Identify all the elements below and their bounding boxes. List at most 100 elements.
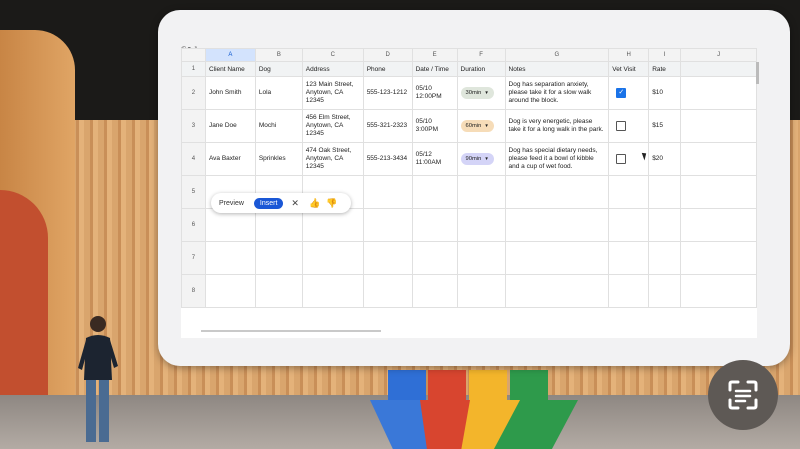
- vet-visit-cell[interactable]: ✓: [608, 76, 650, 110]
- duration-cell[interactable]: 30min ▼: [456, 76, 506, 110]
- column-header-g[interactable]: G: [504, 48, 610, 62]
- empty-cell[interactable]: [204, 241, 256, 275]
- address-cell[interactable]: 456 Elm Street, Anytown, CA 12345: [301, 109, 364, 143]
- column-header-e[interactable]: E: [411, 48, 458, 62]
- column-header-a[interactable]: A: [204, 48, 256, 62]
- header-notes[interactable]: Notes: [504, 61, 610, 77]
- header-duration[interactable]: Duration: [456, 61, 506, 77]
- dog-cell[interactable]: Lola: [254, 76, 303, 110]
- checkbox-icon[interactable]: ✓: [616, 88, 627, 98]
- empty-cell[interactable]: [456, 274, 506, 308]
- dog-cell[interactable]: Mochi: [254, 109, 303, 143]
- empty-cell[interactable]: [608, 241, 650, 275]
- empty-cell[interactable]: [362, 175, 413, 209]
- empty-cell[interactable]: [680, 76, 757, 110]
- empty-cell[interactable]: [411, 175, 458, 209]
- row-number[interactable]: 1: [181, 61, 206, 77]
- vet-visit-cell[interactable]: [608, 109, 650, 143]
- rate-cell[interactable]: $20: [648, 142, 682, 176]
- empty-cell[interactable]: [504, 274, 610, 308]
- empty-cell[interactable]: [456, 208, 506, 242]
- empty-cell[interactable]: [680, 61, 757, 77]
- header-rate[interactable]: Rate: [648, 61, 682, 77]
- column-header-h[interactable]: H: [608, 48, 650, 62]
- row-number[interactable]: 2: [181, 76, 206, 110]
- empty-cell[interactable]: [608, 175, 650, 209]
- rate-cell[interactable]: $15: [648, 109, 682, 143]
- date-time-cell[interactable]: 05/10 12:00PM: [411, 76, 458, 110]
- header-dog[interactable]: Dog: [254, 61, 303, 77]
- duration-cell[interactable]: 90min ▼: [456, 142, 506, 176]
- empty-cell[interactable]: [608, 274, 650, 308]
- empty-cell[interactable]: [301, 241, 364, 275]
- duration-chip[interactable]: 90min ▼: [460, 153, 494, 165]
- empty-cell[interactable]: [254, 274, 303, 308]
- google-lens-icon[interactable]: [708, 360, 778, 430]
- empty-cell[interactable]: [204, 274, 256, 308]
- phone-cell[interactable]: 555-123-1212: [362, 76, 413, 110]
- empty-cell[interactable]: [411, 241, 458, 275]
- close-icon[interactable]: ✕: [291, 198, 299, 209]
- header-vet-visit[interactable]: Vet Visit: [608, 61, 650, 77]
- client-name-cell[interactable]: Jane Doe: [204, 109, 256, 143]
- client-name-cell[interactable]: Ava Baxter: [204, 142, 256, 176]
- row-number[interactable]: 3: [181, 109, 206, 143]
- notes-cell[interactable]: Dog has special dietary needs, please fe…: [504, 142, 610, 176]
- date-time-cell[interactable]: 05/12 11:00AM: [411, 142, 458, 176]
- empty-cell[interactable]: [301, 274, 364, 308]
- empty-cell[interactable]: [680, 109, 757, 143]
- column-header-b[interactable]: B: [254, 48, 303, 62]
- empty-cell[interactable]: [648, 241, 682, 275]
- column-header-i[interactable]: I: [648, 48, 682, 62]
- empty-cell[interactable]: [648, 274, 682, 308]
- header-date-time[interactable]: Date / Time: [411, 61, 458, 77]
- row-number[interactable]: 4: [181, 142, 206, 176]
- empty-cell[interactable]: [504, 175, 610, 209]
- notes-cell[interactable]: Dog has separation anxiety, please take …: [504, 76, 610, 110]
- column-header-d[interactable]: D: [362, 48, 413, 62]
- empty-cell[interactable]: [648, 208, 682, 242]
- empty-cell[interactable]: [504, 241, 610, 275]
- duration-chip[interactable]: 60min ▼: [460, 120, 494, 132]
- empty-cell[interactable]: [608, 208, 650, 242]
- empty-cell[interactable]: [362, 208, 413, 242]
- empty-cell[interactable]: [680, 175, 757, 209]
- empty-cell[interactable]: [411, 208, 458, 242]
- column-header-j[interactable]: J: [680, 48, 757, 62]
- horizontal-scrollbar[interactable]: [201, 330, 381, 332]
- header-address[interactable]: Address: [301, 61, 364, 77]
- empty-cell[interactable]: [648, 175, 682, 209]
- empty-cell[interactable]: [254, 208, 303, 242]
- notes-cell[interactable]: Dog is very energetic, please take it fo…: [504, 109, 610, 143]
- vertical-scrollbar[interactable]: [756, 62, 759, 84]
- empty-cell[interactable]: [411, 274, 458, 308]
- row-number[interactable]: 5: [181, 175, 206, 209]
- header-phone[interactable]: Phone: [362, 61, 413, 77]
- duration-chip[interactable]: 30min ▼: [460, 87, 494, 99]
- row-number[interactable]: 7: [181, 241, 206, 275]
- phone-cell[interactable]: 555-213-3434: [362, 142, 413, 176]
- date-time-cell[interactable]: 05/10 3:00PM: [411, 109, 458, 143]
- dog-cell[interactable]: Sprinkles: [254, 142, 303, 176]
- empty-cell[interactable]: [680, 241, 757, 275]
- empty-cell[interactable]: [680, 208, 757, 242]
- preview-button[interactable]: Preview: [219, 200, 244, 207]
- client-name-cell[interactable]: John Smith: [204, 76, 256, 110]
- empty-cell[interactable]: [254, 241, 303, 275]
- empty-cell[interactable]: [456, 175, 506, 209]
- phone-cell[interactable]: 555-321-2323: [362, 109, 413, 143]
- vet-visit-cell[interactable]: [608, 142, 650, 176]
- thumbs-up-icon[interactable]: 👍: [309, 198, 320, 209]
- header-client-name[interactable]: Client Name: [204, 61, 256, 77]
- empty-cell[interactable]: [680, 274, 757, 308]
- duration-cell[interactable]: 60min ▼: [456, 109, 506, 143]
- rate-cell[interactable]: $10: [648, 76, 682, 110]
- empty-cell[interactable]: [362, 274, 413, 308]
- column-header-f[interactable]: F: [456, 48, 506, 62]
- insert-button[interactable]: Insert: [253, 197, 284, 209]
- empty-cell[interactable]: [680, 142, 757, 176]
- address-cell[interactable]: 474 Oak Street, Anytown, CA 12345: [301, 142, 364, 176]
- checkbox-icon[interactable]: [616, 154, 627, 164]
- empty-cell[interactable]: [362, 241, 413, 275]
- row-number[interactable]: 8: [181, 274, 206, 308]
